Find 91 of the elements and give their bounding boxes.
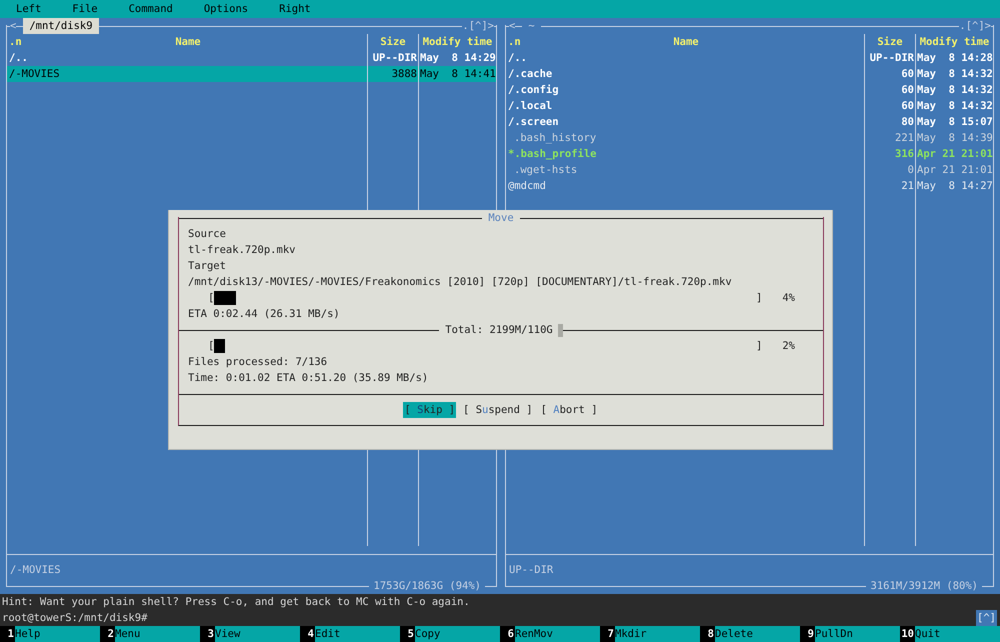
modify-time: Apr 21 21:01 [917,164,993,176]
modify-time: May 8 15:07 [917,116,993,128]
file-name: /.config [508,84,559,96]
menu-item[interactable]: File [72,1,98,17]
modify-time: May 8 14:28 [917,52,993,64]
total-text: Total: 2199M/110G [444,323,554,338]
file-row[interactable]: @mdcmd 21 May 8 14:27 [506,178,993,194]
mini-status: /-MOVIES [10,563,61,578]
file-row[interactable]: /.. UP--DIR May 8 14:28 [506,50,993,66]
disk-usage: 3161M/3912M (80%) [870,579,979,594]
sort-indicator: .n [508,35,522,50]
column-header: Modify time [422,36,492,48]
file-row[interactable]: /.screen 80 May 8 15:07 [506,114,993,130]
file-name: .wget-hsts [514,164,578,176]
function-key[interactable]: 6RenMov [500,626,600,642]
history-button[interactable]: [^] [976,610,997,626]
modify-time: May 8 14:41 [420,68,496,80]
file-row[interactable]: /.local 60 May 8 14:32 [506,98,993,114]
menu-item[interactable]: Right [279,1,311,17]
menu-item[interactable]: Left [16,1,42,17]
column-header: Name [175,35,201,50]
target-path: /mnt/disk13/-MOVIES/-MOVIES/Freakonomics [2010] [720p] [DOCUMENTARY]/tl-freak.720p.mkv [188,275,732,290]
mini-status: UP--DIR [509,563,554,578]
function-key[interactable]: 3View [200,626,300,642]
file-name: /.. [9,52,28,64]
function-key[interactable]: 4 Edit [300,626,400,642]
dialog-button[interactable]: [ Skip ] [403,402,456,418]
file-row[interactable]: /-MOVIES 3888 May 8 14:41 [7,66,496,82]
progress-percent: 2% [782,339,795,354]
file-size: UP--DIR [372,52,417,64]
progress-bracket: [ [208,291,214,306]
eta-text: ETA 0:02.44 (26.31 MB/s) [188,307,340,322]
file-size: 0 [908,164,914,176]
modify-time: May 8 14:27 [917,180,993,192]
file-size: 221 [895,132,914,144]
file-name: @mdcmd [508,180,546,192]
modify-time: Apr 21 21:01 [917,148,993,160]
panel-path: /mnt/disk9 [23,18,99,34]
file-name: *.bash_profile [508,148,597,160]
column-header: Name [673,35,699,50]
modify-time: May 8 14:32 [917,84,993,96]
source-file: tl-freak.720p.mkv [188,243,296,258]
source-label: Source [188,227,226,242]
time-text: Time: 0:01.02 ETA 0:51.20 (35.89 MB/s) [188,371,428,386]
file-size: 316 [895,148,914,160]
function-key[interactable]: 9 PullDn [800,626,900,642]
sort-indicator: .n [9,35,23,50]
file-row[interactable]: /.cache 60 May 8 14:32 [506,66,993,82]
function-key[interactable]: 10Quit [900,626,1000,642]
modify-time: May 8 14:32 [917,68,993,80]
menu-item[interactable]: Command [128,1,173,17]
progress-bracket: [ [208,339,214,354]
file-size: 80 [901,116,914,128]
disk-usage: 1753G/1863G (94%) [372,579,482,594]
dialog-button[interactable]: [ Abort ] [540,402,599,418]
file-size: 3888 [392,68,417,80]
file-size: 60 [901,84,914,96]
function-key[interactable]: 1Help [0,626,100,642]
target-label: Target [188,259,226,274]
cursor-block-icon [558,324,563,336]
menu-item[interactable]: Options [204,1,248,17]
column-header: Size [380,36,406,48]
hint-text: Hint: Want your plain shell? Press C-o, and get back to MC with C-o again. [2,595,470,610]
progress-bracket: ] [756,291,762,306]
shell-prompt[interactable]: root@towerS:/mnt/disk9# [2,610,148,626]
file-name: /.local [508,100,552,112]
file-size: 60 [901,100,914,112]
file-row[interactable]: /.config 60 May 8 14:32 [506,82,993,98]
modify-time: May 8 14:32 [917,100,993,112]
file-name: /.screen [508,116,559,128]
file-size: 60 [901,68,914,80]
dialog-button[interactable]: [ Suspend ] [462,402,534,418]
modify-time: May 8 14:29 [420,52,496,64]
file-name: .bash_history [514,132,596,144]
panel-path: ~ [527,19,536,34]
progress-bracket: ] [756,339,762,354]
column-header: Size [877,36,903,48]
file-name: /-MOVIES [9,68,60,80]
files-processed: Files processed: 7/136 [188,355,328,370]
progress-percent: 4% [782,291,795,306]
function-key[interactable]: 2Menu [100,626,200,642]
file-name: /.cache [508,68,552,80]
file-size: UP--DIR [870,52,914,64]
dialog-title: Move [487,211,515,226]
file-name: /.. [508,52,527,64]
column-header: Modify time [920,36,990,48]
file-size: 21 [901,180,914,192]
modify-time: May 8 14:39 [917,132,993,144]
function-key[interactable]: 5Copy [400,626,500,642]
function-key[interactable]: 7Mkdir [600,626,700,642]
function-key[interactable]: 8Delete [700,626,800,642]
